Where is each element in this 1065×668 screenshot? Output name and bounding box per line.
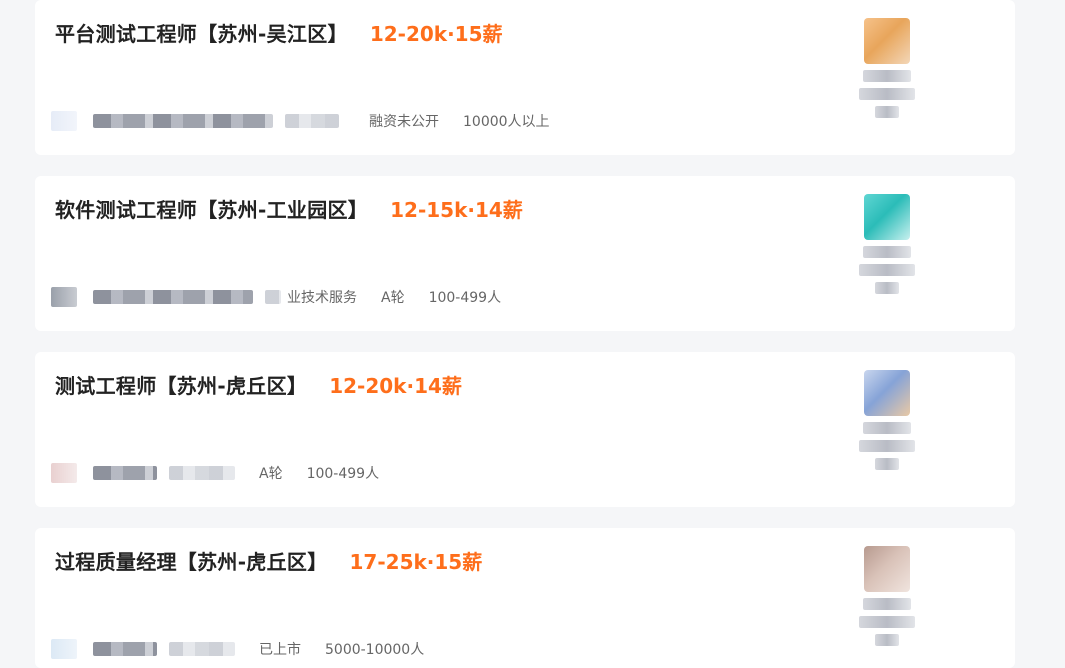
recruiter-title-redacted: [859, 264, 915, 276]
company-info-row: 已上市 5000-10000人: [51, 638, 448, 660]
company-size: 10000人以上: [463, 114, 550, 130]
company-name-redacted[interactable]: [93, 642, 157, 656]
recruiter-photo: [864, 18, 910, 64]
company-name-redacted[interactable]: [93, 290, 253, 304]
company-size: 100-499人: [306, 466, 380, 482]
job-salary: 12-15k·14薪: [390, 198, 523, 222]
recruiter-avatar-icon[interactable]: [859, 546, 915, 650]
company-industry-redacted: [169, 642, 235, 656]
company-name-redacted[interactable]: [93, 114, 273, 128]
recruiter-title-redacted: [859, 616, 915, 628]
company-name-redacted[interactable]: [93, 466, 157, 480]
recruiter-photo: [864, 194, 910, 240]
job-title-row: 过程质量经理【苏州-虎丘区】 17-25k·15薪: [55, 546, 482, 575]
recruiter-status-redacted: [875, 282, 899, 294]
job-title[interactable]: 过程质量经理【苏州-虎丘区】: [55, 546, 328, 575]
job-title-row: 平台测试工程师【苏州-吴江区】 12-20k·15薪: [55, 18, 503, 47]
job-card[interactable]: 平台测试工程师【苏州-吴江区】 12-20k·15薪 融资未公开 10000人以…: [35, 0, 1015, 155]
job-title-row: 测试工程师【苏州-虎丘区】 12-20k·14薪: [55, 370, 462, 399]
company-funding: 融资未公开: [369, 114, 439, 130]
recruiter-title-redacted: [859, 440, 915, 452]
recruiter-name-redacted: [863, 246, 911, 258]
company-size: 5000-10000人: [325, 642, 425, 658]
recruiter-avatar-icon[interactable]: [859, 194, 915, 298]
company-industry-redacted: [285, 114, 339, 128]
job-card[interactable]: 测试工程师【苏州-虎丘区】 12-20k·14薪 A轮 100-499人: [35, 352, 1015, 507]
company-logo-icon[interactable]: [51, 287, 77, 307]
company-funding: A轮: [381, 290, 405, 306]
company-logo-icon[interactable]: [51, 463, 77, 483]
job-salary: 12-20k·15薪: [369, 22, 503, 46]
job-title[interactable]: 测试工程师【苏州-虎丘区】: [55, 370, 307, 399]
recruiter-avatar-icon[interactable]: [859, 370, 915, 474]
company-logo-icon[interactable]: [51, 639, 77, 659]
job-title-row: 软件测试工程师【苏州-工业园区】 12-15k·14薪: [55, 194, 523, 223]
company-industry-redacted: [169, 466, 235, 480]
job-salary: 12-20k·14薪: [329, 374, 462, 398]
job-card[interactable]: 软件测试工程师【苏州-工业园区】 12-15k·14薪 业技术服务 A轮 100…: [35, 176, 1015, 331]
job-salary: 17-25k·15薪: [349, 550, 483, 574]
company-info-row: A轮 100-499人: [51, 462, 403, 484]
recruiter-photo: [864, 370, 910, 416]
job-card[interactable]: 过程质量经理【苏州-虎丘区】 17-25k·15薪 已上市 5000-10000…: [35, 528, 1015, 668]
recruiter-status-redacted: [875, 106, 899, 118]
recruiter-name-redacted: [863, 598, 911, 610]
company-funding: 已上市: [259, 642, 301, 658]
recruiter-name-redacted: [863, 422, 911, 434]
company-size: 100-499人: [428, 290, 502, 306]
company-industry-redacted: [265, 290, 281, 304]
recruiter-title-redacted: [859, 88, 915, 100]
recruiter-photo: [864, 546, 910, 592]
job-title[interactable]: 软件测试工程师【苏州-工业园区】: [55, 194, 368, 223]
company-logo-icon[interactable]: [51, 111, 77, 131]
company-funding: A轮: [259, 466, 283, 482]
recruiter-status-redacted: [875, 634, 899, 646]
recruiter-name-redacted: [863, 70, 911, 82]
recruiter-status-redacted: [875, 458, 899, 470]
job-title[interactable]: 平台测试工程师【苏州-吴江区】: [55, 18, 348, 47]
company-info-row: 业技术服务 A轮 100-499人: [51, 286, 525, 308]
recruiter-avatar-icon[interactable]: [859, 18, 915, 122]
company-info-row: 融资未公开 10000人以上: [51, 110, 574, 132]
company-industry: 业技术服务: [287, 290, 357, 306]
